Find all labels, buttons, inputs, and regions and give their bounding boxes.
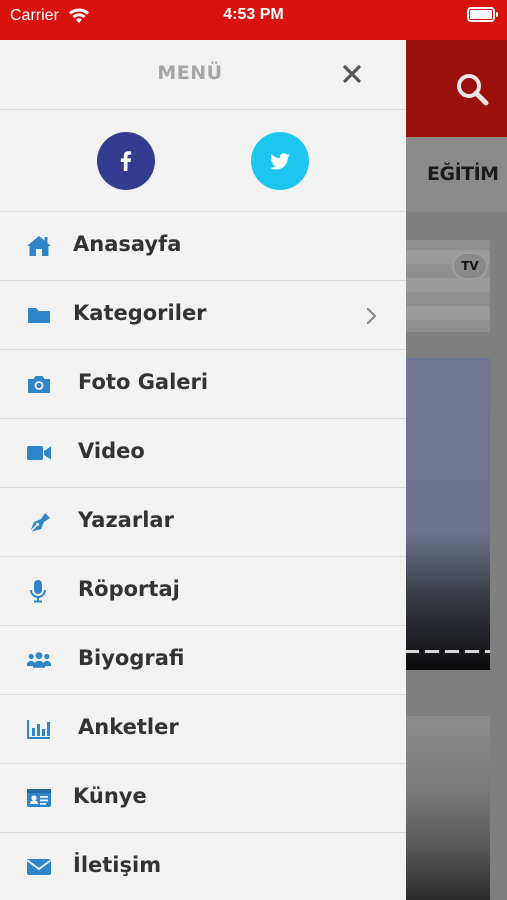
facebook-icon <box>120 151 132 171</box>
menu-item-label: Yazarlar <box>78 508 174 532</box>
slider-dots <box>405 650 490 653</box>
ad-badge: TV <box>452 252 488 280</box>
news-image[interactable] <box>405 716 490 900</box>
battery-icon <box>467 7 498 22</box>
microphone-icon <box>30 580 46 603</box>
menu-item-foto-galeri[interactable]: Foto Galeri <box>0 350 406 419</box>
camera-icon <box>28 376 50 393</box>
chevron-right-icon <box>366 307 377 325</box>
twitter-button[interactable] <box>251 132 309 190</box>
menu-item-biyografi[interactable]: Biyografi <box>0 626 406 695</box>
news-image[interactable] <box>405 358 490 670</box>
menu-item-iletisim[interactable]: İletişim <box>0 833 406 900</box>
id-card-icon <box>27 789 51 807</box>
facebook-button[interactable] <box>97 132 155 190</box>
bar-chart-icon <box>27 720 50 739</box>
tab-egitim[interactable]: EĞİTİM <box>427 163 499 185</box>
social-links <box>0 110 406 212</box>
menu-item-yazarlar[interactable]: Yazarlar <box>0 488 406 557</box>
menu-item-label: İletişim <box>73 853 162 877</box>
menu-item-label: Kategoriler <box>73 301 207 325</box>
menu-title: MENÜ <box>157 62 223 84</box>
menu-item-label: Künye <box>73 784 147 808</box>
side-menu: MENÜ Anasayfa Kategoriler Foto Galeri Vi… <box>0 40 406 900</box>
menu-item-label: Anasayfa <box>73 232 182 256</box>
menu-item-label: Anketler <box>78 715 179 739</box>
users-icon <box>26 652 52 668</box>
folder-icon <box>28 308 50 323</box>
status-bar: Carrier 4:53 PM <box>0 0 507 40</box>
menu-item-label: Röportaj <box>78 577 180 601</box>
menu-item-label: Biyografi <box>78 646 185 670</box>
menu-item-video[interactable]: Video <box>0 419 406 488</box>
menu-item-label: Foto Galeri <box>78 370 209 394</box>
menu-item-kunye[interactable]: Künye <box>0 764 406 833</box>
pen-icon <box>29 513 50 533</box>
menu-item-anasayfa[interactable]: Anasayfa <box>0 212 406 281</box>
menu-item-anketler[interactable]: Anketler <box>0 695 406 764</box>
twitter-icon <box>269 153 290 170</box>
home-icon <box>27 236 51 256</box>
video-camera-icon <box>27 446 51 460</box>
menu-item-roportaj[interactable]: Röportaj <box>0 557 406 626</box>
search-icon[interactable] <box>455 72 489 106</box>
envelope-icon <box>26 859 52 875</box>
close-icon[interactable] <box>340 62 364 86</box>
clock: 4:53 PM <box>223 6 284 23</box>
menu-item-label: Video <box>78 439 145 463</box>
menu-item-kategoriler[interactable]: Kategoriler <box>0 281 406 350</box>
menu-header: MENÜ <box>0 40 406 110</box>
